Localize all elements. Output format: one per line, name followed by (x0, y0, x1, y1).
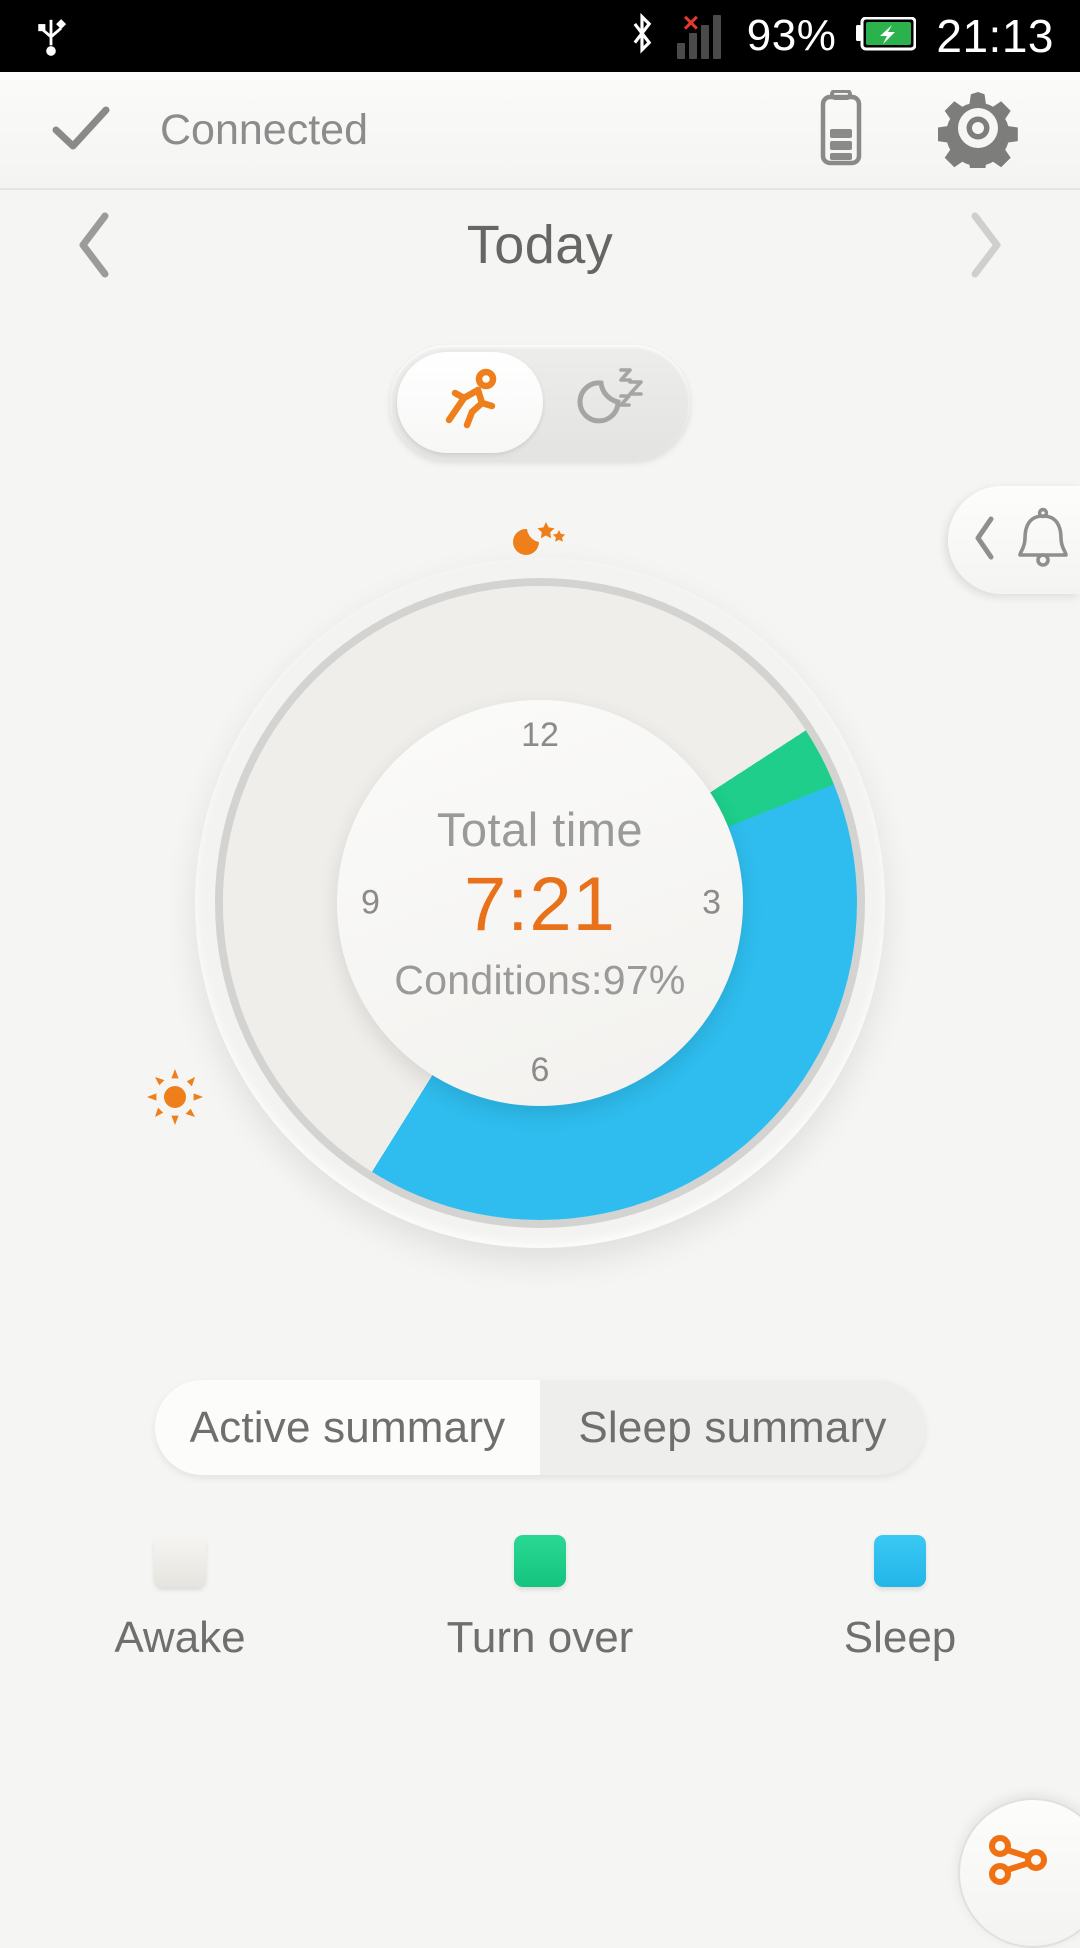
moon-zzz-icon (574, 362, 650, 443)
legend-label-turn-over: Turn over (447, 1613, 634, 1663)
page-title: Today (467, 214, 614, 276)
hour-mark-3: 3 (702, 884, 721, 923)
legend-item-turn-over: Turn over (360, 1535, 720, 1715)
legend-swatch-sleep (874, 1535, 926, 1587)
running-person-icon (431, 362, 507, 443)
tab-active-summary-label: Active summary (190, 1403, 506, 1453)
sun-icon (147, 1069, 203, 1130)
date-navigation: Today (0, 190, 1080, 300)
hour-mark-9: 9 (361, 884, 380, 923)
legend-swatch-awake (154, 1535, 206, 1587)
header-action-icons (818, 88, 1080, 173)
chevron-right-icon[interactable] (950, 210, 1020, 280)
total-time-label: Total time (437, 802, 643, 857)
legend-label-awake: Awake (114, 1613, 245, 1663)
connection-status-label: Connected (160, 106, 368, 155)
tab-sleep-summary[interactable]: Sleep summary (540, 1380, 925, 1475)
legend-item-sleep: Sleep (720, 1535, 1080, 1715)
legend-swatch-turn-over (514, 1535, 566, 1587)
app-header: Connected (0, 72, 1080, 190)
conditions-value: Conditions:97% (394, 957, 685, 1004)
bluetooth-icon (627, 11, 657, 62)
mode-toggle[interactable] (390, 345, 690, 460)
tab-sleep-summary-label: Sleep summary (578, 1403, 886, 1453)
gear-icon[interactable] (938, 88, 1018, 173)
signal-error-mark: × (683, 9, 699, 37)
tab-active-summary[interactable]: Active summary (155, 1380, 540, 1475)
moon-stars-icon (512, 516, 568, 567)
share-button[interactable] (958, 1798, 1080, 1948)
mode-option-active[interactable] (397, 352, 540, 453)
sleep-ring-chart: Total time 7:21 Conditions:97% 12 3 6 9 (0, 530, 1080, 1290)
battery-percent-text: 93% (747, 11, 837, 61)
status-bar-clock: 21:13 (936, 9, 1054, 63)
hour-mark-6: 6 (531, 1051, 550, 1090)
total-time-value: 7:21 (464, 865, 616, 945)
signal-bars-icon: × (677, 13, 727, 59)
status-bar-right-icons: × 93% 21:13 (627, 9, 1080, 63)
chart-legend: Awake Turn over Sleep (0, 1535, 1080, 1715)
hour-mark-12: 12 (521, 716, 559, 755)
share-icon (986, 1824, 1080, 1923)
mode-option-sleep[interactable] (540, 352, 683, 453)
legend-label-sleep: Sleep (844, 1613, 957, 1663)
ring-wrapper: Total time 7:21 Conditions:97% 12 3 6 9 (195, 558, 885, 1248)
usb-icon (34, 11, 68, 62)
chevron-left-icon[interactable] (60, 210, 130, 280)
device-battery-icon[interactable] (818, 90, 864, 171)
legend-item-awake: Awake (0, 1535, 360, 1715)
battery-charging-icon (856, 17, 916, 56)
summary-tab-bar: Active summary Sleep summary (155, 1380, 925, 1475)
android-status-bar: × 93% 21:13 (0, 0, 1080, 72)
status-bar-left-icons (0, 11, 68, 62)
check-icon (52, 104, 110, 157)
ring-center-panel: Total time 7:21 Conditions:97% 12 3 6 9 (337, 700, 743, 1106)
